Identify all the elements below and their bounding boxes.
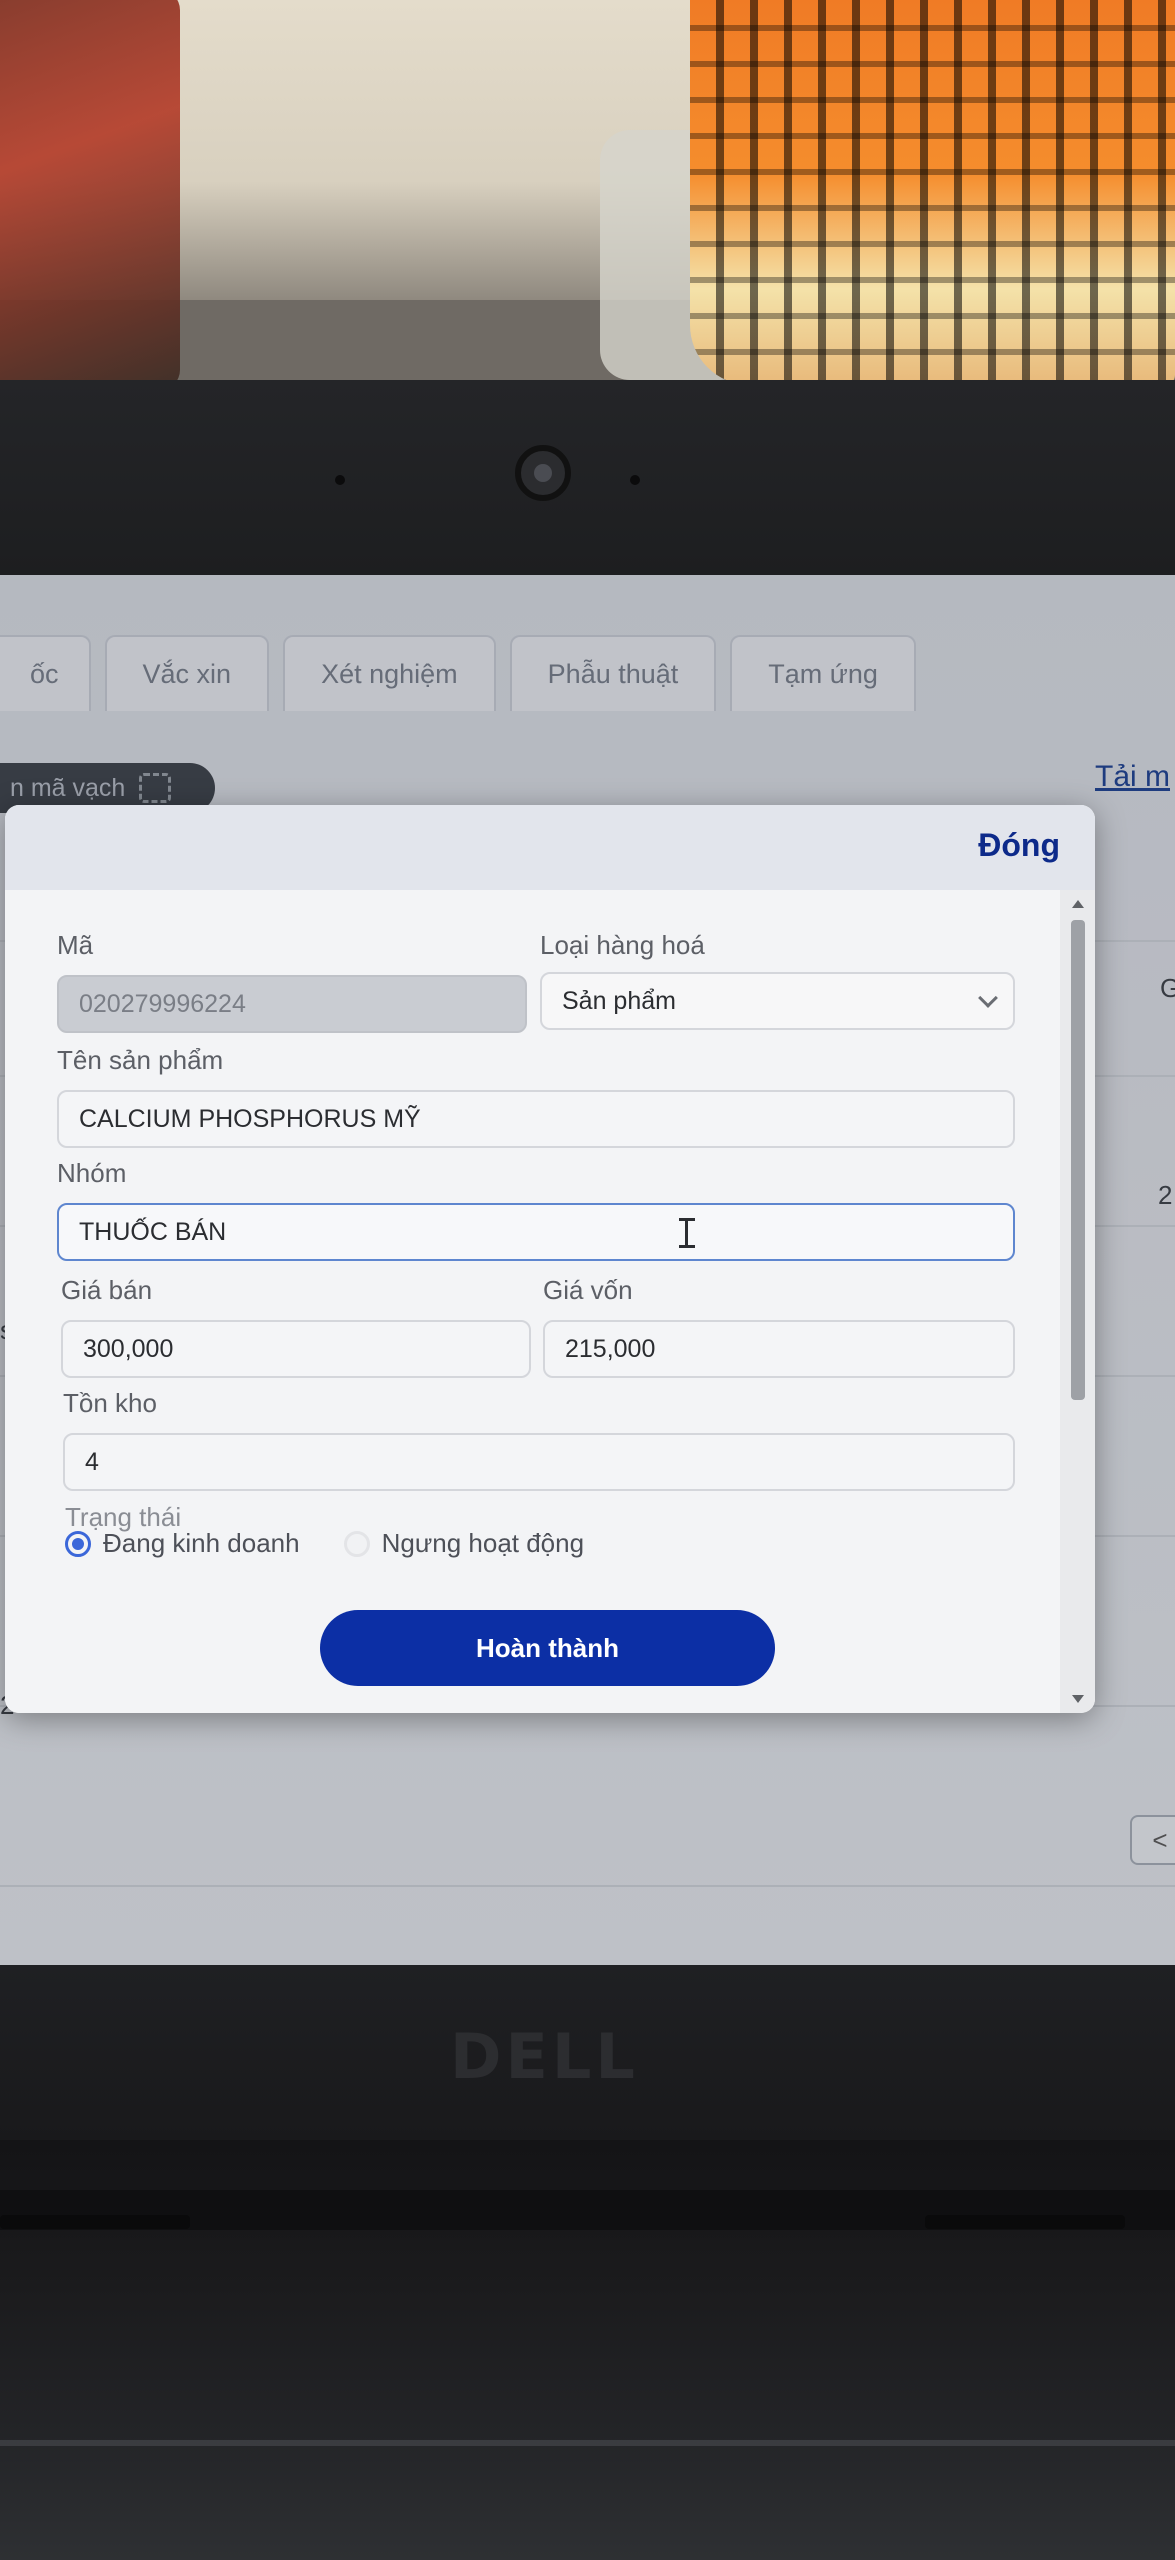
product-type-select[interactable]: Sản phẩm <box>540 972 1015 1030</box>
group-value: THUỐC BÁN <box>79 1217 227 1246</box>
webcam-icon <box>515 445 571 501</box>
scroll-thumb[interactable] <box>1071 920 1085 1400</box>
group-label: Nhóm <box>57 1158 127 1188</box>
laptop-screen: ốc Vắc xin Xét nghiệm Phẫu thuật Tạm ứng… <box>0 575 1175 1965</box>
stock-input[interactable]: 4 <box>63 1433 1015 1491</box>
vent <box>925 2215 1125 2229</box>
product-type-value: Sản phẩm <box>562 986 676 1015</box>
status-inactive-label: Ngưng hoạt động <box>381 1528 585 1558</box>
close-button[interactable]: Đóng <box>978 827 1060 864</box>
status-radio-group: Đang kinh doanh Ngưng hoạt động <box>65 1528 616 1559</box>
code-label: Mã <box>57 930 94 960</box>
dialog-scrollbar[interactable] <box>1060 890 1095 1713</box>
scroll-down-icon[interactable] <box>1072 1695 1084 1703</box>
scroll-up-icon[interactable] <box>1072 900 1084 908</box>
product-name-label: Tên sản phẩm <box>57 1045 224 1075</box>
status-active-label: Đang kinh doanh <box>103 1528 300 1558</box>
dell-logo: DELL <box>450 2020 639 2093</box>
photo-stage: ốc Vắc xin Xét nghiệm Phẫu thuật Tạm ứng… <box>0 0 1175 2560</box>
status-active-radio[interactable] <box>65 1530 91 1557</box>
vent <box>0 2215 190 2229</box>
group-input[interactable]: THUỐC BÁN <box>57 1203 1015 1261</box>
edit-product-dialog: Đóng Mã 020279996224 Loại hàng hoá Sản p… <box>5 805 1095 1713</box>
dialog-header: Đóng <box>5 805 1095 890</box>
microphone-hole <box>630 475 640 485</box>
code-field: 020279996224 <box>57 975 527 1033</box>
text-cursor-icon <box>679 1218 695 1248</box>
cost-price-label: Giá vốn <box>543 1275 633 1305</box>
product-type-label: Loại hàng hoá <box>540 930 705 960</box>
status-inactive-radio[interactable] <box>343 1530 370 1557</box>
sale-price-input[interactable]: 300,000 <box>61 1320 531 1378</box>
sale-price-label: Giá bán <box>61 1275 153 1305</box>
background-toy-left <box>0 0 180 390</box>
complete-button[interactable]: Hoàn thành <box>320 1610 775 1686</box>
chevron-down-icon <box>978 988 998 1008</box>
laptop-base-edge <box>0 2440 1175 2446</box>
stock-label: Tồn kho <box>63 1388 157 1418</box>
background-tiger-toy <box>690 0 1175 385</box>
microphone-hole <box>335 475 345 485</box>
product-name-input[interactable]: CALCIUM PHOSPHORUS MỸ <box>57 1090 1015 1148</box>
dialog-body: Mã 020279996224 Loại hàng hoá Sản phẩm T… <box>5 890 1060 1713</box>
laptop-top-bezel <box>0 380 1175 575</box>
cost-price-input[interactable]: 215,000 <box>543 1320 1015 1378</box>
